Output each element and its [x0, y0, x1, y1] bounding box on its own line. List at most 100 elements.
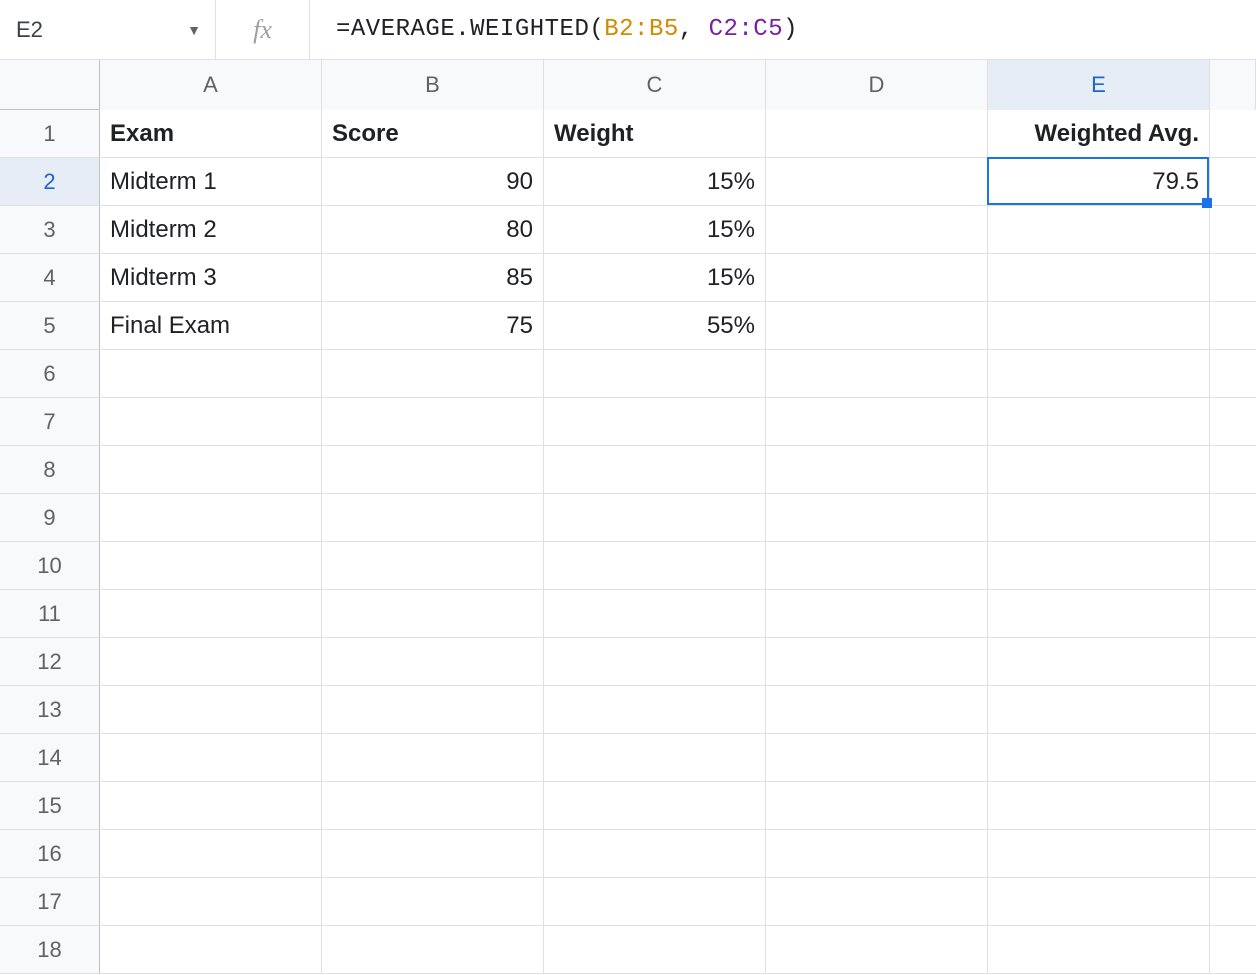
cell-B7[interactable] — [322, 398, 544, 445]
cell-C1[interactable]: Weight — [544, 110, 766, 157]
row-header[interactable]: 15 — [0, 782, 100, 829]
cell-B2[interactable]: 90 — [322, 158, 544, 205]
row-header[interactable]: 2 — [0, 158, 100, 205]
cell-A6[interactable] — [100, 350, 322, 397]
cell-C15[interactable] — [544, 782, 766, 829]
cell-B4[interactable]: 85 — [322, 254, 544, 301]
cell-E6[interactable] — [988, 350, 1210, 397]
row-header[interactable]: 1 — [0, 110, 100, 157]
cell-B3[interactable]: 80 — [322, 206, 544, 253]
cell-E2[interactable]: 79.5 — [988, 158, 1210, 205]
cell-E14[interactable] — [988, 734, 1210, 781]
cell-B8[interactable] — [322, 446, 544, 493]
cell-C8[interactable] — [544, 446, 766, 493]
row-header[interactable]: 3 — [0, 206, 100, 253]
cell-D1[interactable] — [766, 110, 988, 157]
cell-E15[interactable] — [988, 782, 1210, 829]
cell-B16[interactable] — [322, 830, 544, 877]
cell-E10[interactable] — [988, 542, 1210, 589]
cell-tail[interactable] — [1210, 830, 1256, 877]
cell-A17[interactable] — [100, 878, 322, 925]
cell-B10[interactable] — [322, 542, 544, 589]
cell-tail[interactable] — [1210, 590, 1256, 637]
cell-tail[interactable] — [1210, 206, 1256, 253]
cell-tail[interactable] — [1210, 350, 1256, 397]
cell-C2[interactable]: 15% — [544, 158, 766, 205]
cell-D18[interactable] — [766, 926, 988, 973]
row-header[interactable]: 10 — [0, 542, 100, 589]
cell-D11[interactable] — [766, 590, 988, 637]
cell-A5[interactable]: Final Exam — [100, 302, 322, 349]
cell-A11[interactable] — [100, 590, 322, 637]
select-all-corner[interactable] — [0, 60, 100, 110]
cell-C5[interactable]: 55% — [544, 302, 766, 349]
cell-A16[interactable] — [100, 830, 322, 877]
cell-E17[interactable] — [988, 878, 1210, 925]
formula-input[interactable]: =AVERAGE.WEIGHTED(B2:B5, C2:C5) — [310, 16, 1256, 43]
cell-tail[interactable] — [1210, 734, 1256, 781]
row-header[interactable]: 6 — [0, 350, 100, 397]
cell-tail[interactable] — [1210, 494, 1256, 541]
cell-C4[interactable]: 15% — [544, 254, 766, 301]
cell-A10[interactable] — [100, 542, 322, 589]
column-header-e[interactable]: E — [988, 60, 1210, 110]
cell-A15[interactable] — [100, 782, 322, 829]
cell-E12[interactable] — [988, 638, 1210, 685]
column-header-b[interactable]: B — [322, 60, 544, 110]
cell-A2[interactable]: Midterm 1 — [100, 158, 322, 205]
cell-B13[interactable] — [322, 686, 544, 733]
cell-D13[interactable] — [766, 686, 988, 733]
row-header[interactable]: 4 — [0, 254, 100, 301]
cell-D17[interactable] — [766, 878, 988, 925]
cell-D8[interactable] — [766, 446, 988, 493]
cell-tail[interactable] — [1210, 398, 1256, 445]
column-header-d[interactable]: D — [766, 60, 988, 110]
cell-B15[interactable] — [322, 782, 544, 829]
cell-C14[interactable] — [544, 734, 766, 781]
cell-C12[interactable] — [544, 638, 766, 685]
cell-E13[interactable] — [988, 686, 1210, 733]
cell-E8[interactable] — [988, 446, 1210, 493]
cell-A8[interactable] — [100, 446, 322, 493]
cell-A7[interactable] — [100, 398, 322, 445]
cell-E5[interactable] — [988, 302, 1210, 349]
cell-D10[interactable] — [766, 542, 988, 589]
cell-tail[interactable] — [1210, 446, 1256, 493]
row-header[interactable]: 7 — [0, 398, 100, 445]
cell-A1[interactable]: Exam — [100, 110, 322, 157]
cell-B1[interactable]: Score — [322, 110, 544, 157]
cell-tail[interactable] — [1210, 302, 1256, 349]
name-box-dropdown-icon[interactable]: ▼ — [187, 22, 201, 38]
cell-C9[interactable] — [544, 494, 766, 541]
cell-C18[interactable] — [544, 926, 766, 973]
cell-D16[interactable] — [766, 830, 988, 877]
cell-A3[interactable]: Midterm 2 — [100, 206, 322, 253]
cell-E1[interactable]: Weighted Avg. — [988, 110, 1210, 157]
row-header[interactable]: 8 — [0, 446, 100, 493]
cell-B9[interactable] — [322, 494, 544, 541]
row-header[interactable]: 18 — [0, 926, 100, 973]
cell-C7[interactable] — [544, 398, 766, 445]
cell-tail[interactable] — [1210, 254, 1256, 301]
cell-B6[interactable] — [322, 350, 544, 397]
row-header[interactable]: 16 — [0, 830, 100, 877]
cell-D6[interactable] — [766, 350, 988, 397]
cell-B5[interactable]: 75 — [322, 302, 544, 349]
cell-A12[interactable] — [100, 638, 322, 685]
row-header[interactable]: 9 — [0, 494, 100, 541]
cell-A13[interactable] — [100, 686, 322, 733]
row-header[interactable]: 11 — [0, 590, 100, 637]
cell-tail[interactable] — [1210, 782, 1256, 829]
cell-B14[interactable] — [322, 734, 544, 781]
cell-E3[interactable] — [988, 206, 1210, 253]
cell-A18[interactable] — [100, 926, 322, 973]
cell-C16[interactable] — [544, 830, 766, 877]
cell-C10[interactable] — [544, 542, 766, 589]
cell-D7[interactable] — [766, 398, 988, 445]
row-header[interactable]: 17 — [0, 878, 100, 925]
cell-tail[interactable] — [1210, 926, 1256, 973]
cell-tail[interactable] — [1210, 110, 1256, 157]
cell-A4[interactable]: Midterm 3 — [100, 254, 322, 301]
row-header[interactable]: 13 — [0, 686, 100, 733]
cell-E4[interactable] — [988, 254, 1210, 301]
